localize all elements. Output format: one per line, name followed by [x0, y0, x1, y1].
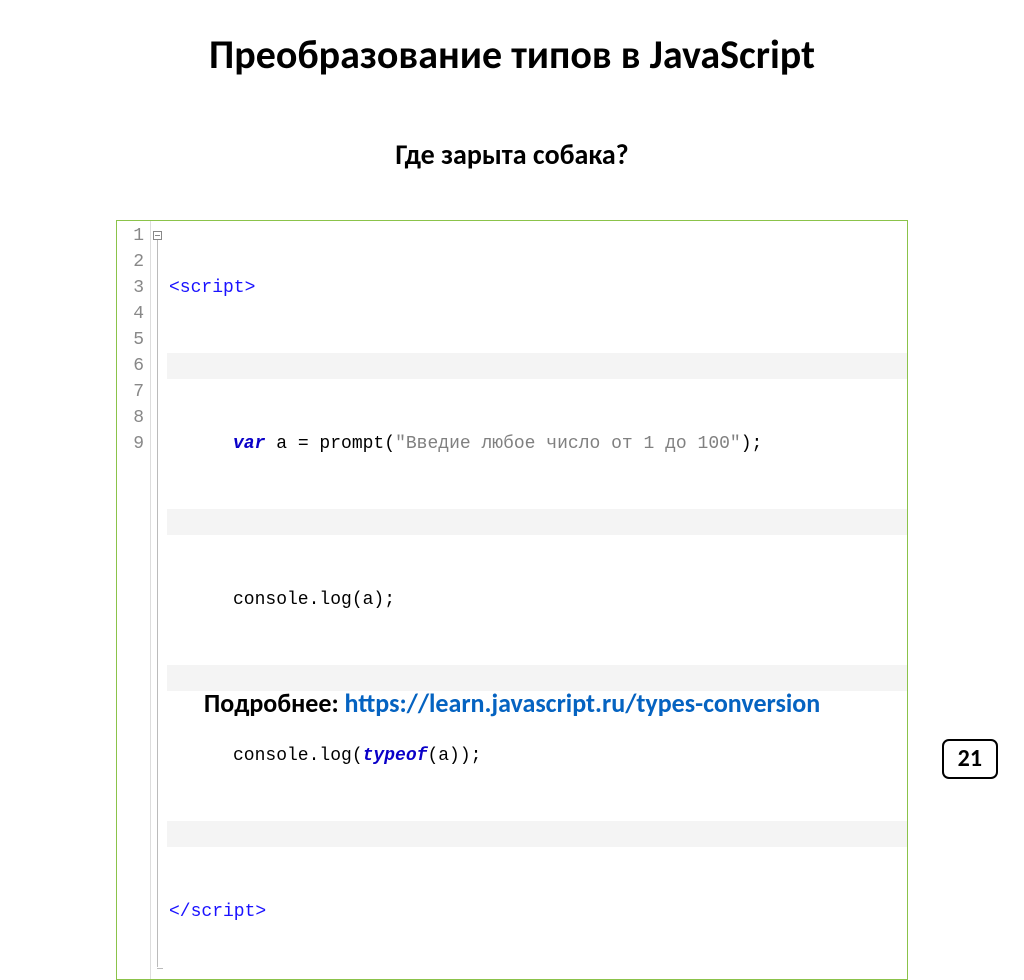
- code-token-string: "Введие любое число от 1 до 100": [395, 434, 741, 454]
- code-content: <script> var a = prompt("Введие любое чи…: [165, 221, 907, 979]
- line-number: 1: [117, 223, 144, 249]
- page-number-badge: 21: [942, 739, 998, 779]
- code-token: prompt: [309, 434, 385, 454]
- slide-title: Преобразование типов в JavaScript: [0, 30, 1024, 79]
- line-number: 5: [117, 327, 144, 353]
- code-token: (a));: [427, 746, 481, 766]
- code-token: =: [298, 434, 309, 454]
- line-number: 9: [117, 431, 144, 457]
- line-number: 7: [117, 379, 144, 405]
- fold-collapse-icon[interactable]: [153, 231, 162, 240]
- code-token-keyword: var: [233, 434, 265, 454]
- line-number-gutter: 1 2 3 4 5 6 7 8 9: [117, 221, 151, 979]
- code-token: ;: [752, 434, 763, 454]
- fold-guide-end: [157, 968, 163, 969]
- line-number: 4: [117, 301, 144, 327]
- slide-subtitle: Где зарыта собака?: [0, 137, 1024, 172]
- code-token-keyword: typeof: [363, 746, 428, 766]
- code-token: a: [265, 434, 297, 454]
- code-token-tag: <script>: [169, 278, 255, 298]
- code-token: ): [741, 434, 752, 454]
- line-number: 2: [117, 249, 144, 275]
- code-token-tag: </script>: [169, 902, 266, 922]
- footer-url[interactable]: https://learn.javascript.ru/types-conver…: [345, 687, 821, 719]
- code-token: console.log(a);: [233, 590, 395, 610]
- code-token: console.log(: [233, 746, 363, 766]
- line-number: 6: [117, 353, 144, 379]
- fold-guide-line: [157, 240, 158, 967]
- footer-label: Подробнее:: [204, 687, 345, 719]
- code-snippet-box: 1 2 3 4 5 6 7 8 9 <script> var a = promp…: [116, 220, 908, 980]
- line-number: 8: [117, 405, 144, 431]
- footer-reference: Подробнее: https://learn.javascript.ru/t…: [0, 687, 1024, 719]
- line-number: 3: [117, 275, 144, 301]
- fold-column: [151, 221, 165, 979]
- code-token: (: [384, 434, 395, 454]
